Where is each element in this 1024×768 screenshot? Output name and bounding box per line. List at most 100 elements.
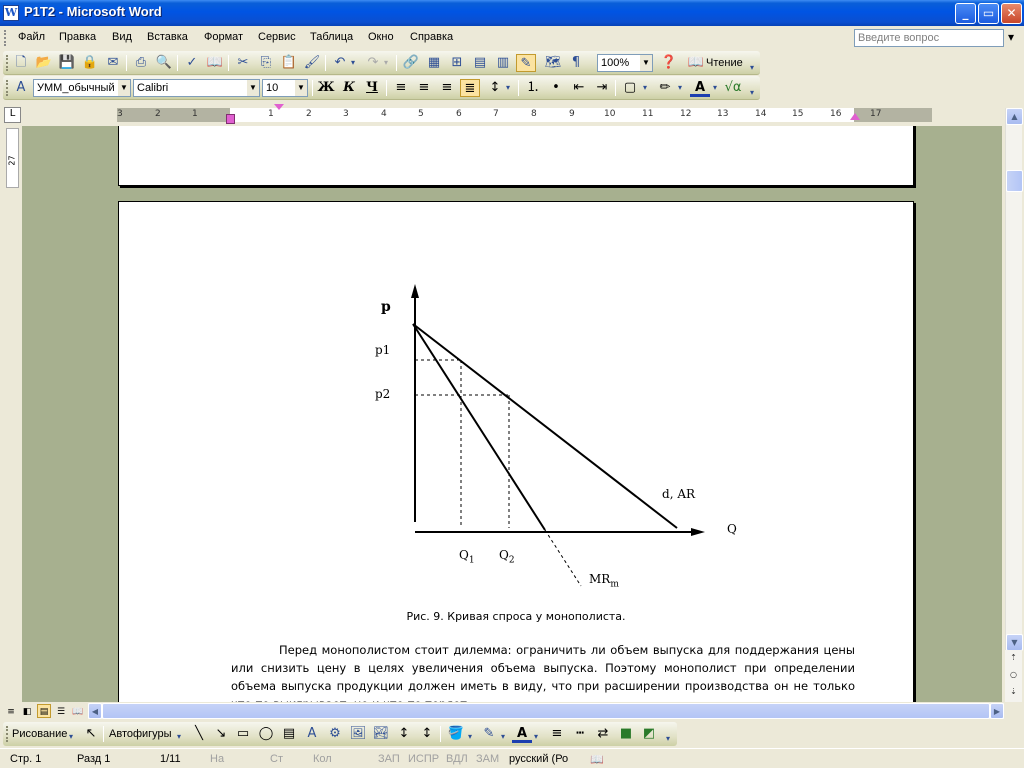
word-app-icon[interactable]: W [3, 5, 19, 21]
draw-font-color-dropdown-icon[interactable]: ▾ [532, 728, 540, 746]
toolbar-grip[interactable] [6, 55, 10, 71]
styles-formatting-icon[interactable]: A [11, 79, 31, 97]
copy-icon[interactable]: ⎘ [256, 54, 276, 72]
menu-grip[interactable] [4, 30, 8, 46]
menu-insert[interactable]: Вставка [147, 31, 188, 43]
status-language[interactable]: русский (Ро [509, 753, 568, 765]
borders-dropdown-icon[interactable]: ▾ [640, 79, 650, 97]
document-canvas[interactable]: p p1 p2 Q Q1 Q2 d, AR MRm Рис. 9. Кривая… [22, 126, 1002, 702]
insert-excel-icon[interactable]: ▤ [470, 54, 490, 72]
save-icon[interactable]: 💾 [57, 54, 77, 72]
open-icon[interactable]: 📂 [34, 54, 54, 72]
previous-page[interactable] [118, 126, 914, 186]
minimize-button[interactable]: _ [955, 3, 976, 24]
style-select[interactable]: УММ_обычный ▼ [33, 79, 131, 97]
underline-button[interactable]: Ч [362, 79, 382, 97]
fill-color-dropdown-icon[interactable]: ▾ [466, 728, 474, 746]
font-select[interactable]: Calibri ▼ [133, 79, 260, 97]
font-color-dropdown-icon[interactable]: ▾ [710, 79, 720, 97]
menu-edit[interactable]: Правка [59, 31, 96, 43]
highlight-dropdown-icon[interactable]: ▾ [675, 79, 685, 97]
format-painter-icon[interactable]: 🖌 [302, 54, 322, 72]
align-right-icon[interactable]: ≡ [437, 79, 457, 97]
bullets-icon[interactable]: • [546, 79, 566, 97]
shadow-style-icon[interactable]: ■ [616, 725, 636, 743]
first-line-indent-marker[interactable] [274, 104, 284, 110]
vertical-scrollbar[interactable]: ▲ ▼ [1005, 108, 1023, 702]
print-preview-icon[interactable]: 🔍 [154, 54, 174, 72]
italic-button[interactable]: К [339, 79, 359, 97]
zoom-select[interactable]: 100% ▼ [597, 54, 653, 72]
right-indent-marker[interactable] [850, 113, 860, 120]
hyperlink-icon[interactable]: 🔗 [401, 54, 421, 72]
justify-icon[interactable]: ≣ [460, 79, 480, 97]
toolbar-options-icon[interactable]: ▾ [664, 730, 672, 748]
print-icon[interactable]: ⎙ [131, 54, 151, 72]
vertical-scroll-thumb[interactable] [1006, 170, 1023, 192]
ask-dropdown-icon[interactable]: ▾ [1008, 30, 1014, 44]
close-button[interactable]: ✕ [1001, 3, 1022, 24]
menu-format[interactable]: Формат [204, 31, 243, 43]
toolbar-grip[interactable] [6, 80, 10, 96]
next-page-icon[interactable]: ⇣ [1005, 684, 1022, 701]
drawing-icon[interactable]: ✎ [516, 54, 536, 72]
dash-style-icon[interactable]: ┅ [570, 725, 590, 743]
previous-page-icon[interactable]: ⇡ [1005, 650, 1022, 667]
tab-selector[interactable]: L [4, 107, 21, 123]
rectangle-icon[interactable]: ▭ [233, 725, 253, 743]
outline-view-icon[interactable]: ☰ [54, 704, 68, 718]
web-view-icon[interactable]: ◧ [20, 704, 34, 718]
drawing-menu-button[interactable]: Рисование [12, 728, 67, 740]
toolbar-options-icon[interactable]: ▾ [748, 84, 756, 102]
wordart-icon[interactable]: A [302, 725, 322, 743]
status-page[interactable]: Стр. 1 [10, 753, 41, 765]
reading-view-icon[interactable]: 📖 [71, 704, 85, 718]
horizontal-ruler[interactable]: 3 2 1 1 2 3 4 5 6 7 8 9 10 11 12 13 14 1… [22, 104, 1002, 126]
spelling-status-icon[interactable]: 📖 [590, 753, 604, 766]
autoshapes-dropdown-icon[interactable]: ▾ [175, 728, 183, 746]
status-page-count[interactable]: 1/11 [160, 753, 181, 765]
spelling-icon[interactable]: ✓ [182, 54, 202, 72]
insert-table-icon[interactable]: ⊞ [447, 54, 467, 72]
status-overtype[interactable]: ЗАМ [476, 753, 499, 765]
align-center-icon[interactable]: ≡ [414, 79, 434, 97]
read-icon[interactable]: 📖 [686, 54, 706, 72]
status-extend[interactable]: ВДЛ [446, 753, 468, 765]
read-mode-button[interactable]: Чтение [706, 57, 743, 69]
cut-icon[interactable]: ✂ [233, 54, 253, 72]
normal-view-icon[interactable]: ≡ [4, 704, 18, 718]
arrow-style-icon[interactable]: ⇄ [593, 725, 613, 743]
line-color-dropdown-icon[interactable]: ▾ [499, 728, 507, 746]
menu-tools[interactable]: Сервис [258, 31, 296, 43]
scroll-right-icon[interactable]: ▶ [990, 703, 1004, 719]
draw-font-color-icon[interactable]: A [512, 725, 532, 743]
menu-help[interactable]: Справка [410, 31, 453, 43]
redo-icon[interactable]: ↷ [363, 54, 383, 72]
equation-icon[interactable]: √α [723, 79, 743, 97]
status-track-changes[interactable]: ИСПР [408, 753, 439, 765]
left-indent-marker[interactable] [226, 114, 235, 124]
oval-icon[interactable]: ◯ [256, 725, 276, 743]
scroll-left-icon[interactable]: ◀ [88, 703, 102, 719]
select-browse-object-icon[interactable]: ○ [1005, 667, 1022, 684]
research-icon[interactable]: 📖 [205, 54, 225, 72]
clipart-icon[interactable]: 🖼 [348, 725, 368, 743]
fill-color-icon[interactable]: 🪣 [446, 725, 466, 743]
document-map-icon[interactable]: 🗺 [543, 54, 563, 72]
line-icon[interactable]: ╲ [189, 725, 209, 743]
bold-button[interactable]: Ж [316, 79, 336, 97]
increase-indent-icon[interactable]: ⇥ [592, 79, 612, 97]
status-record-macro[interactable]: ЗАП [378, 753, 400, 765]
sort-ascending-icon[interactable]: ↕ [394, 725, 414, 743]
horizontal-scroll-thumb[interactable] [102, 703, 990, 719]
status-line[interactable]: Ст [270, 753, 283, 765]
menu-table[interactable]: Таблица [310, 31, 353, 43]
permission-icon[interactable]: 🔒 [80, 54, 100, 72]
document-page[interactable]: p p1 p2 Q Q1 Q2 d, AR MRm Рис. 9. Кривая… [118, 201, 914, 702]
help-icon[interactable]: ❓ [659, 54, 679, 72]
undo-icon[interactable]: ↶ [330, 54, 350, 72]
columns-icon[interactable]: ▥ [493, 54, 513, 72]
sort-descending-icon[interactable]: ↕ [417, 725, 437, 743]
line-style-icon[interactable]: ≡ [547, 725, 567, 743]
menu-file[interactable]: Файл [18, 31, 45, 43]
